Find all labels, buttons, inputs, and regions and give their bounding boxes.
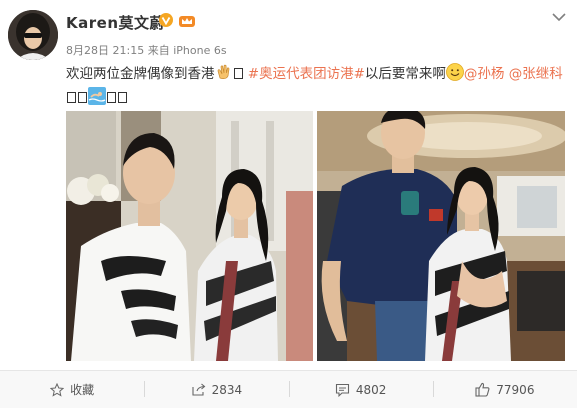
verified-v-icon	[159, 13, 173, 27]
post-timestamp[interactable]: 8月28日 21:15	[66, 44, 144, 57]
like-count: 77906	[496, 382, 535, 397]
clapping-hands-icon	[217, 64, 229, 80]
comment-button[interactable]: 4802	[288, 371, 433, 408]
favorite-label: 收藏	[70, 383, 95, 397]
thumbs-up-icon	[475, 382, 490, 397]
avatar[interactable]	[8, 10, 58, 60]
mention-link-2[interactable]: @张继科	[509, 66, 563, 82]
swimmer-icon	[88, 87, 106, 105]
unsupported-glyph-box	[118, 92, 127, 103]
repost-button[interactable]: 2834	[144, 371, 288, 408]
member-crown-icon[interactable]	[178, 13, 196, 28]
share-arrow-icon	[192, 383, 205, 396]
star-icon	[50, 382, 65, 397]
unsupported-glyph-box	[78, 92, 87, 103]
comment-count: 4802	[355, 382, 387, 397]
mention-link-1[interactable]: @孙杨	[464, 66, 505, 82]
post-text-part-1: 欢迎两位金牌偶像到香港	[66, 66, 215, 82]
comment-bubble-icon	[335, 383, 349, 397]
chevron-down-icon[interactable]	[552, 12, 566, 22]
action-bar: 收藏 2834 4802 77906	[0, 371, 577, 408]
unsupported-glyph-box	[107, 92, 116, 103]
post-photo-2[interactable]	[317, 111, 565, 361]
post-from-label: 来自	[147, 44, 170, 57]
unsupported-glyph-box	[67, 92, 76, 103]
hashtag-link[interactable]: #奥运代表团访港#	[248, 66, 365, 82]
post-meta: 8月28日 21:15 来自 iPhone 6s	[66, 42, 227, 58]
post-text: 欢迎两位金牌偶像到香港 #奥运代表团访港#以后要常来啊 @孙杨 @张继科	[66, 62, 566, 110]
unsupported-glyph-box	[233, 68, 243, 79]
repost-count: 2834	[211, 382, 243, 397]
post-text-part-2: 以后要常来啊	[364, 66, 446, 82]
post-photo-1[interactable]	[66, 111, 313, 361]
favorite-button[interactable]: 收藏	[0, 371, 144, 408]
like-button[interactable]: 77906	[432, 371, 577, 408]
user-name[interactable]: Karen莫文蔚	[66, 12, 165, 33]
post-device: iPhone 6s	[173, 44, 227, 57]
smile-icon	[446, 63, 464, 81]
